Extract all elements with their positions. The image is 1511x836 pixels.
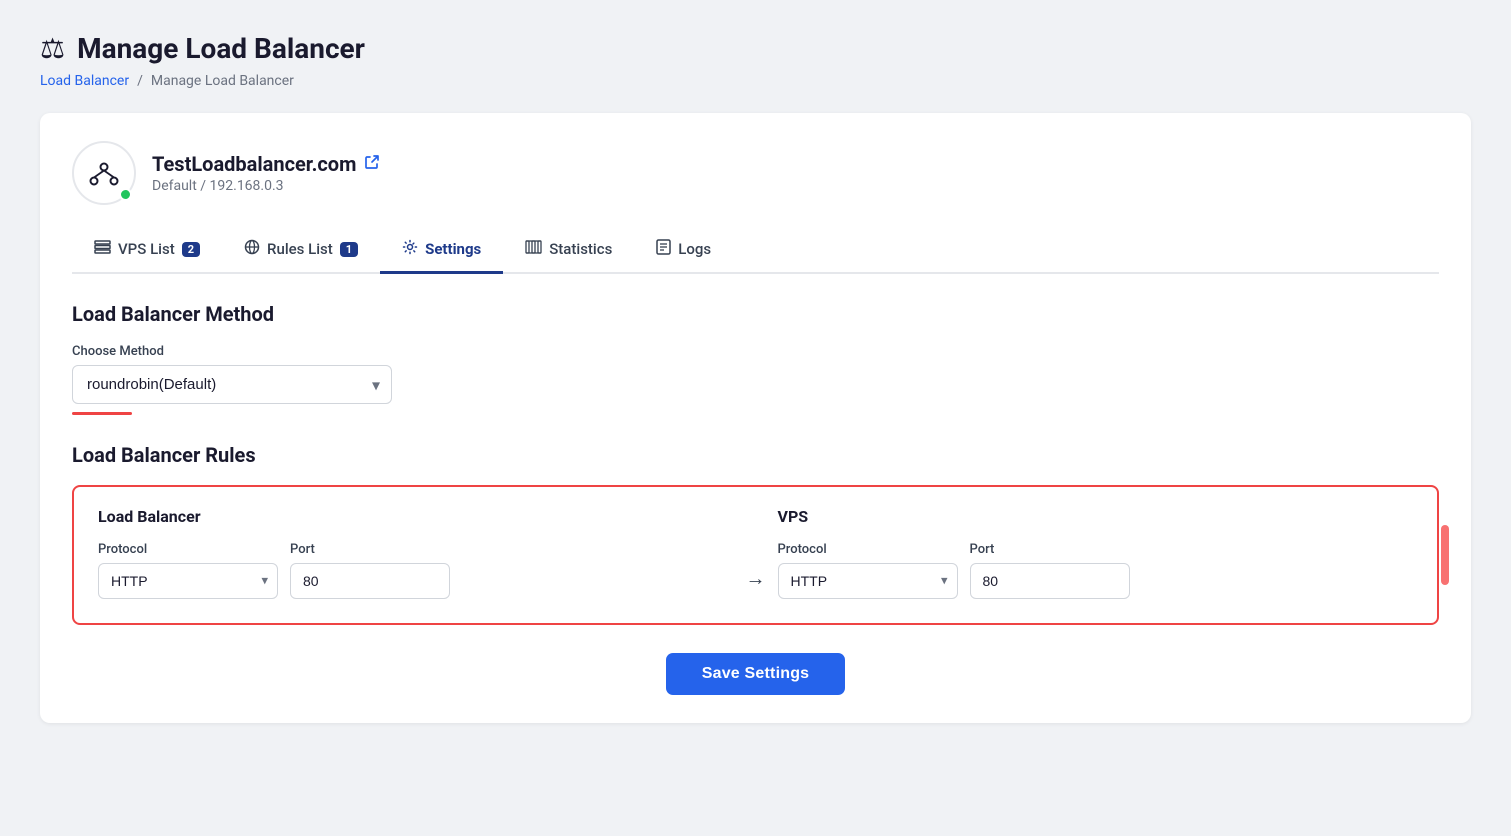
logs-icon bbox=[656, 239, 671, 259]
lb-protocol-group: Protocol HTTP HTTPS TCP UDP ▾ bbox=[98, 542, 278, 599]
vps-protocol-select-wrapper: HTTP HTTPS TCP UDP ▾ bbox=[778, 563, 958, 599]
lb-port-label: Port bbox=[290, 542, 450, 557]
lb-protocol-select-wrapper: HTTP HTTPS TCP UDP ▾ bbox=[98, 563, 278, 599]
rules-box: Load Balancer Protocol HTTP HTTPS TCP UD bbox=[72, 485, 1439, 625]
arrow-separator: → bbox=[734, 566, 778, 599]
external-link-icon[interactable] bbox=[364, 154, 380, 174]
breadcrumb-link[interactable]: Load Balancer bbox=[40, 73, 129, 89]
method-section-title: Load Balancer Method bbox=[72, 302, 1439, 326]
vps-column: VPS Protocol HTTP HTTPS TCP UDP bbox=[778, 507, 1414, 599]
statistics-icon bbox=[525, 240, 542, 258]
tab-vps-list[interactable]: VPS List 2 bbox=[72, 230, 222, 273]
rules-list-badge: 1 bbox=[340, 242, 358, 257]
lb-avatar-icon bbox=[88, 157, 120, 189]
page-title-icon: ⚖ bbox=[40, 32, 65, 65]
vps-list-badge: 2 bbox=[182, 242, 200, 257]
breadcrumb: Load Balancer / Manage Load Balancer bbox=[40, 73, 1471, 89]
tab-logs-label: Logs bbox=[678, 240, 711, 258]
gear-icon bbox=[402, 239, 418, 259]
lb-col-title: Load Balancer bbox=[98, 507, 734, 526]
tabs: VPS List 2 Rules List 1 bbox=[72, 229, 1439, 274]
vps-port-label: Port bbox=[970, 542, 1130, 557]
vps-protocol-label: Protocol bbox=[778, 542, 958, 557]
tab-statistics-label: Statistics bbox=[549, 240, 612, 258]
vps-port-group: Port bbox=[970, 542, 1130, 599]
list-icon bbox=[94, 240, 111, 258]
save-button-row: Save Settings bbox=[72, 653, 1439, 695]
lb-protocol-select[interactable]: HTTP HTTPS TCP UDP bbox=[98, 563, 278, 599]
lb-column: Load Balancer Protocol HTTP HTTPS TCP UD bbox=[98, 507, 734, 599]
page-header: ⚖ Manage Load Balancer bbox=[40, 32, 1471, 65]
tab-settings[interactable]: Settings bbox=[380, 229, 503, 274]
tab-vps-list-label: VPS List bbox=[118, 240, 175, 258]
breadcrumb-current: Manage Load Balancer bbox=[151, 73, 294, 89]
lb-name-text: TestLoadbalancer.com bbox=[152, 152, 356, 176]
tab-rules-list[interactable]: Rules List 1 bbox=[222, 229, 380, 274]
method-select[interactable]: roundrobin(Default) leastconn source bbox=[72, 365, 392, 404]
method-underline bbox=[72, 412, 132, 415]
tab-rules-list-label: Rules List bbox=[267, 240, 333, 258]
tab-settings-label: Settings bbox=[425, 240, 481, 258]
vps-protocol-group: Protocol HTTP HTTPS TCP UDP ▾ bbox=[778, 542, 958, 599]
lb-port-group: Port bbox=[290, 542, 450, 599]
globe-icon bbox=[244, 239, 260, 259]
lb-name-block: TestLoadbalancer.com Default / 192.168.0… bbox=[152, 152, 380, 194]
lb-name: TestLoadbalancer.com bbox=[152, 152, 380, 176]
rules-columns: Load Balancer Protocol HTTP HTTPS TCP UD bbox=[98, 507, 1413, 599]
vps-port-input[interactable] bbox=[970, 563, 1130, 599]
lb-protocol-label: Protocol bbox=[98, 542, 278, 557]
save-settings-button[interactable]: Save Settings bbox=[666, 653, 846, 695]
avatar bbox=[72, 141, 136, 205]
lb-port-input[interactable] bbox=[290, 563, 450, 599]
vps-protocol-select[interactable]: HTTP HTTPS TCP UDP bbox=[778, 563, 958, 599]
method-field-label: Choose Method bbox=[72, 344, 1439, 359]
method-section: Load Balancer Method Choose Method round… bbox=[72, 302, 1439, 415]
tab-logs[interactable]: Logs bbox=[634, 229, 733, 274]
method-select-wrapper: roundrobin(Default) leastconn source ▾ bbox=[72, 365, 392, 404]
rules-section: Load Balancer Rules Load Balancer Protoc… bbox=[72, 443, 1439, 625]
rules-section-title: Load Balancer Rules bbox=[72, 443, 1439, 467]
page-title: Manage Load Balancer bbox=[77, 32, 365, 65]
vps-col-title: VPS bbox=[778, 507, 1414, 526]
scrollbar-indicator bbox=[1441, 525, 1449, 585]
lb-subtitle: Default / 192.168.0.3 bbox=[152, 178, 380, 194]
lb-fields: Protocol HTTP HTTPS TCP UDP ▾ bbox=[98, 542, 734, 599]
tab-statistics[interactable]: Statistics bbox=[503, 230, 634, 273]
breadcrumb-separator: / bbox=[137, 73, 143, 89]
vps-fields: Protocol HTTP HTTPS TCP UDP ▾ bbox=[778, 542, 1414, 599]
status-dot bbox=[119, 188, 132, 201]
lb-header: TestLoadbalancer.com Default / 192.168.0… bbox=[72, 141, 1439, 205]
main-card: TestLoadbalancer.com Default / 192.168.0… bbox=[40, 113, 1471, 723]
